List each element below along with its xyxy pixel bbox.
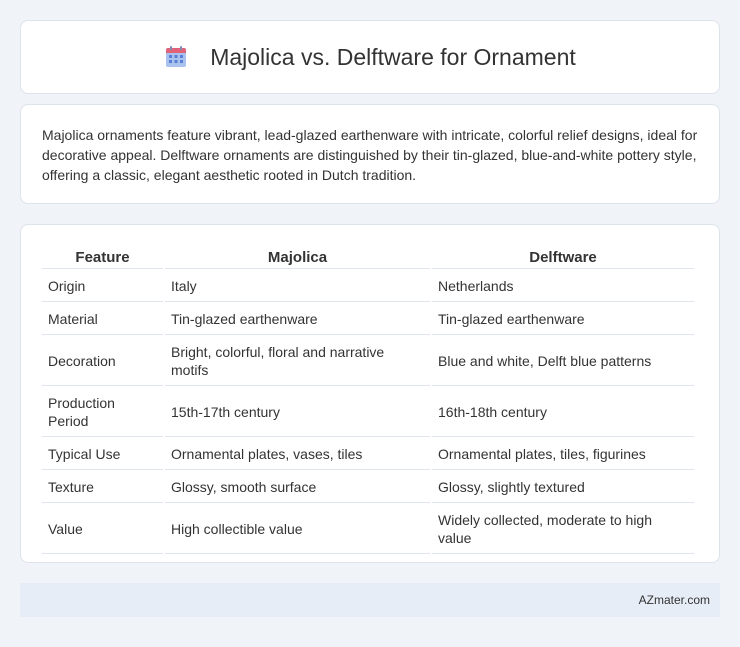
summary-card: Majolica ornaments feature vibrant, lead… (20, 104, 720, 204)
comparison-table: Feature Majolica Delftware Origin Italy … (40, 243, 696, 556)
table-cell-feature: Decoration (42, 337, 163, 386)
table-cell-delftware: 16th-18th century (432, 388, 694, 437)
summary-text: Majolica ornaments feature vibrant, lead… (42, 127, 698, 183)
footer: AZmater.com (20, 583, 720, 617)
page-title: Majolica vs. Delftware for Ornament (210, 43, 576, 70)
table-cell-majolica: Ornamental plates, vases, tiles (165, 439, 430, 470)
header-card: Majolica vs. Delftware for Ornament (20, 20, 720, 94)
table-cell-feature: Texture (42, 472, 163, 503)
table-cell-delftware: Ornamental plates, tiles, figurines (432, 439, 694, 470)
table-cell-delftware: Blue and white, Delft blue patterns (432, 337, 694, 386)
table-row: Texture Glossy, smooth surface Glossy, s… (42, 472, 694, 503)
table-row: Material Tin-glazed earthenware Tin-glaz… (42, 304, 694, 335)
comparison-table-card: Feature Majolica Delftware Origin Italy … (20, 224, 720, 563)
table-row: Production Period 15th-17th century 16th… (42, 388, 694, 437)
table-cell-delftware: Tin-glazed earthenware (432, 304, 694, 335)
footer-site-link[interactable]: AZmater.com (639, 593, 710, 607)
table-row: Value High collectible value Widely coll… (42, 505, 694, 554)
table-row: Decoration Bright, colorful, floral and … (42, 337, 694, 386)
table-cell-delftware: Netherlands (432, 271, 694, 302)
table-cell-feature: Typical Use (42, 439, 163, 470)
table-cell-feature: Origin (42, 271, 163, 302)
table-cell-majolica: High collectible value (165, 505, 430, 554)
table-cell-delftware: Widely collected, moderate to high value (432, 505, 694, 554)
table-cell-majolica: 15th-17th century (165, 388, 430, 437)
table-cell-majolica: Italy (165, 271, 430, 302)
table-cell-majolica: Tin-glazed earthenware (165, 304, 430, 335)
table-cell-majolica: Glossy, smooth surface (165, 472, 430, 503)
table-cell-feature: Production Period (42, 388, 163, 437)
table-row: Typical Use Ornamental plates, vases, ti… (42, 439, 694, 470)
column-header-feature: Feature (42, 245, 163, 269)
table-cell-feature: Material (42, 304, 163, 335)
column-header-delftware: Delftware (432, 245, 694, 269)
table-row: Origin Italy Netherlands (42, 271, 694, 302)
column-header-majolica: Majolica (165, 245, 430, 269)
table-cell-majolica: Bright, colorful, floral and narrative m… (165, 337, 430, 386)
table-cell-delftware: Glossy, slightly textured (432, 472, 694, 503)
table-header-row: Feature Majolica Delftware (42, 245, 694, 269)
calendar-icon (164, 45, 188, 69)
table-cell-feature: Value (42, 505, 163, 554)
